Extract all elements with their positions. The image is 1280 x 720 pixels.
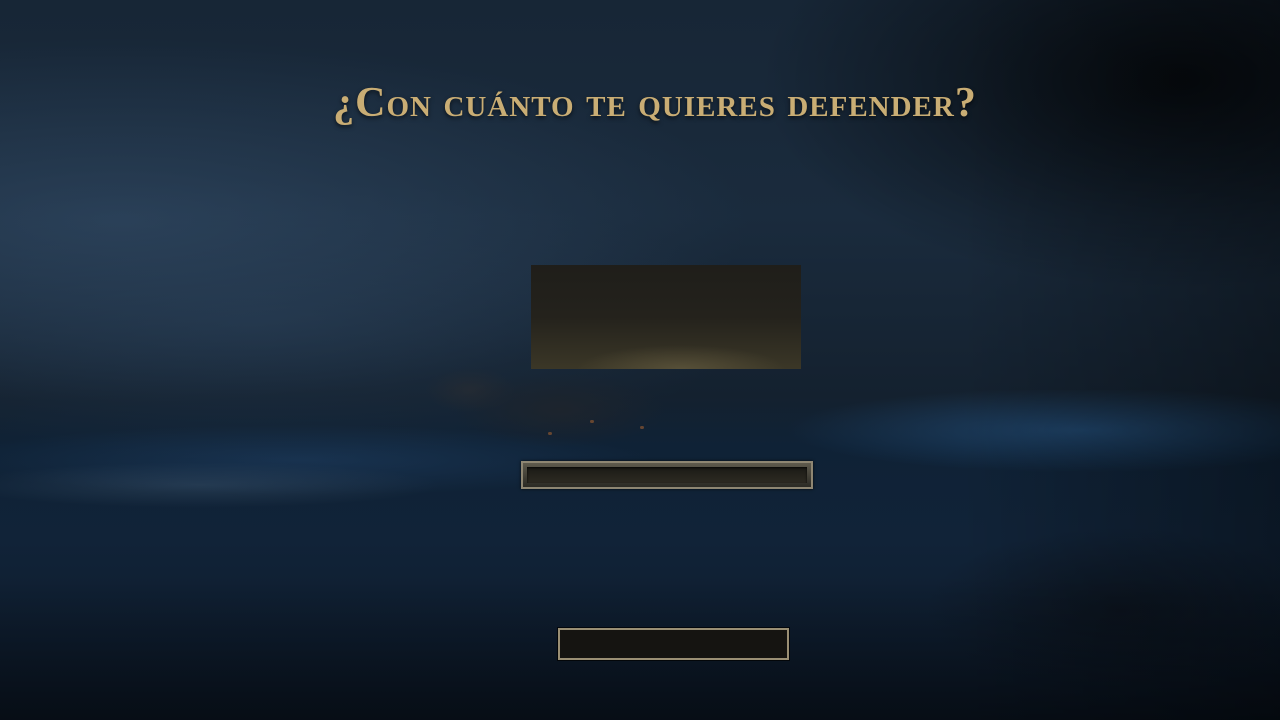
- amount-slider[interactable]: [521, 461, 813, 489]
- castle-light: [548, 432, 552, 435]
- confirm-button[interactable]: [558, 628, 789, 660]
- amount-display-panel: [531, 265, 801, 369]
- prompt-title: ¿Con cuánto te quieres defender?: [333, 80, 977, 126]
- rocks: [820, 500, 1280, 700]
- game-scene: ¿Con cuánto te quieres defender?: [0, 0, 1280, 720]
- castle-light: [590, 420, 594, 423]
- castle-light: [640, 426, 644, 429]
- shoreline: [0, 455, 520, 515]
- slider-track[interactable]: [527, 467, 807, 483]
